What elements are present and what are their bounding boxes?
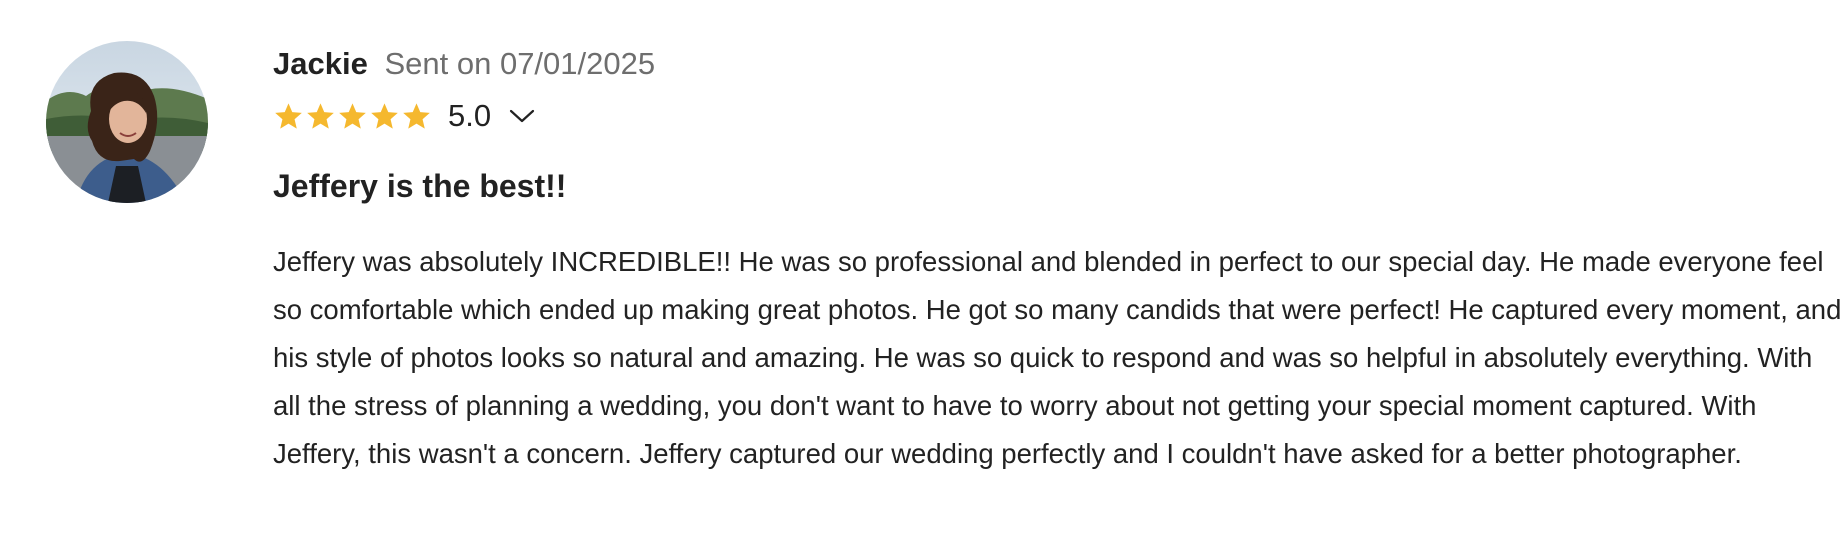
star-rating xyxy=(273,101,433,132)
review-title: Jeffery is the best!! xyxy=(273,168,567,204)
rating-row: 5.0 xyxy=(273,90,1833,142)
star-icon xyxy=(307,102,334,129)
star-icon xyxy=(371,102,398,129)
avatar-photo xyxy=(46,41,208,203)
star-icon xyxy=(403,102,430,129)
author-name: Jackie xyxy=(273,46,368,81)
sent-date: 07/01/2025 xyxy=(499,46,656,81)
review-body: Jeffery was absolutely INCREDIBLE!! He w… xyxy=(273,246,1842,469)
review-meta: Jackie Sent on 07/01/2025 xyxy=(273,40,1833,88)
sent-label: Sent on xyxy=(384,46,492,81)
chevron-down-icon[interactable] xyxy=(509,108,535,124)
rating-value: 5.0 xyxy=(448,98,492,133)
star-icon xyxy=(275,102,302,129)
star-icon xyxy=(339,102,366,129)
review-content: Jackie Sent on 07/01/2025 5.0 Jeffery is… xyxy=(273,40,1841,478)
review-card: Jackie Sent on 07/01/2025 5.0 Jeffery is… xyxy=(0,0,1848,546)
avatar xyxy=(46,41,208,203)
